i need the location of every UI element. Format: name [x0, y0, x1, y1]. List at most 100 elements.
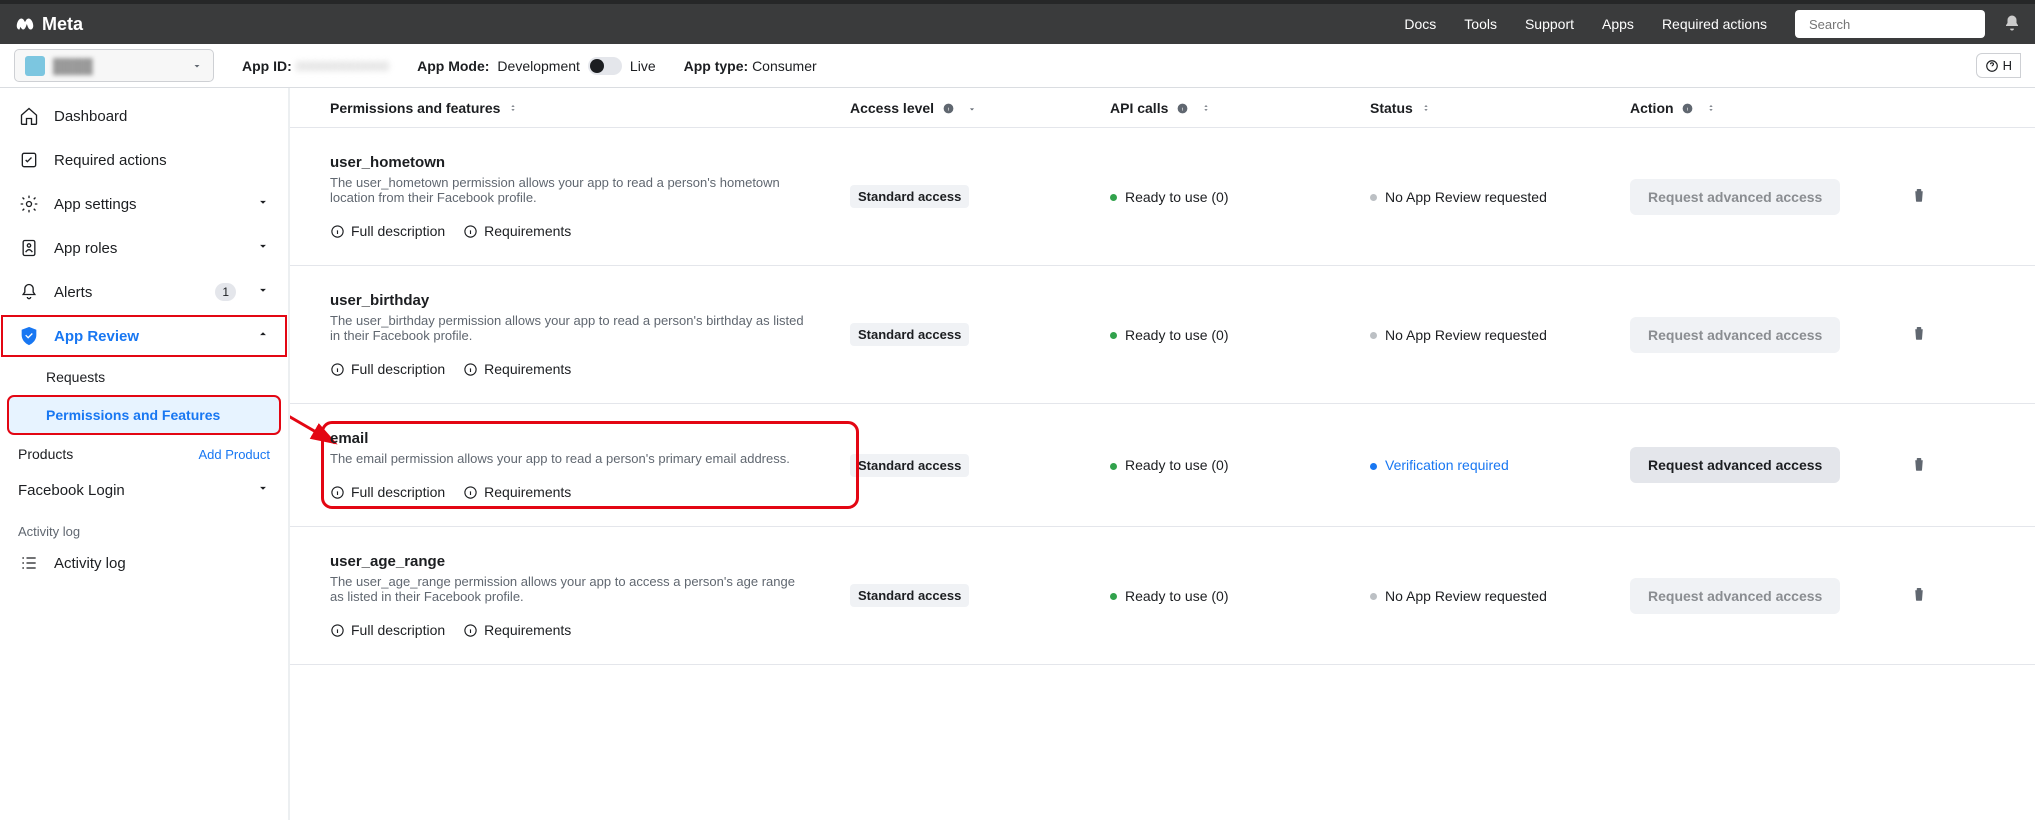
api-status: Ready to use (0) [1125, 327, 1229, 343]
sidebar-item-required[interactable]: Required actions [0, 138, 288, 182]
col-api[interactable]: API calls [1110, 100, 1370, 116]
mode-live: Live [630, 58, 656, 74]
api-status: Ready to use (0) [1125, 457, 1229, 473]
sort-icon [1201, 103, 1211, 113]
nav-apps[interactable]: Apps [1602, 16, 1634, 32]
full-description-link[interactable]: Full description [330, 622, 445, 638]
permission-row: emailThe email permission allows your ap… [290, 404, 2035, 527]
status-dot [1370, 332, 1377, 339]
help-icon [1985, 59, 1999, 73]
status-dot [1110, 463, 1117, 470]
delete-button[interactable] [1910, 191, 1928, 207]
status-dot [1110, 194, 1117, 201]
trash-icon [1910, 585, 1928, 603]
delete-button[interactable] [1910, 329, 1928, 345]
sidebar-item-alerts[interactable]: Alerts 1 [0, 270, 288, 314]
sidebar-item-roles[interactable]: App roles [0, 226, 288, 270]
app-type: App type: Consumer [684, 58, 817, 74]
col-access[interactable]: Access level [850, 100, 1110, 116]
requirements-link[interactable]: Requirements [463, 622, 571, 638]
info-icon [942, 102, 955, 115]
sidebar-subitem-requests[interactable]: Requests [0, 358, 288, 396]
info-icon [1681, 102, 1694, 115]
chevron-up-icon [256, 327, 270, 341]
nav-docs[interactable]: Docs [1404, 16, 1436, 32]
top-nav: Docs Tools Support Apps Required actions [1404, 16, 1767, 32]
brand-label: Meta [42, 14, 83, 35]
full-description-link[interactable]: Full description [330, 223, 445, 239]
permission-name: user_hometown [330, 154, 850, 171]
request-access-button: Request advanced access [1630, 317, 1840, 353]
sidebar-item-activity[interactable]: Activity log [0, 541, 288, 585]
app-name: ████ [53, 58, 183, 74]
access-level-pill: Standard access [850, 323, 969, 346]
full-description-link[interactable]: Full description [330, 484, 445, 500]
requirements-link[interactable]: Requirements [463, 223, 571, 239]
info-icon [330, 485, 345, 500]
sidebar-item-label: Alerts [54, 284, 201, 301]
permission-desc: The email permission allows your app to … [330, 451, 810, 466]
requirements-link[interactable]: Requirements [463, 361, 571, 377]
permission-row: user_age_rangeThe user_age_range permiss… [290, 527, 2035, 665]
app-selector[interactable]: ████ [14, 49, 214, 82]
chevron-down-icon [256, 195, 270, 209]
request-access-button[interactable]: Request advanced access [1630, 447, 1840, 483]
requirements-link[interactable]: Requirements [463, 484, 571, 500]
delete-button[interactable] [1910, 460, 1928, 476]
col-permissions[interactable]: Permissions and features [330, 100, 850, 116]
sidebar-subitem-permissions[interactable]: Permissions and Features [8, 396, 280, 434]
alerts-badge: 1 [215, 283, 236, 301]
review-status: No App Review requested [1385, 327, 1547, 343]
mode-toggle[interactable] [588, 57, 622, 75]
access-level-pill: Standard access [850, 185, 969, 208]
info-icon [330, 362, 345, 377]
col-status[interactable]: Status [1370, 100, 1630, 116]
sidebar-item-settings[interactable]: App settings [0, 182, 288, 226]
permission-desc: The user_age_range permission allows you… [330, 574, 810, 604]
info-icon [330, 224, 345, 239]
badge-icon [19, 238, 39, 258]
permission-name: user_birthday [330, 292, 850, 309]
nav-tools[interactable]: Tools [1464, 16, 1497, 32]
topbar: Meta Docs Tools Support Apps Required ac… [0, 0, 2035, 44]
sidebar-item-app-review[interactable]: App Review [0, 314, 288, 358]
nav-required[interactable]: Required actions [1662, 16, 1767, 32]
chevron-down-icon [256, 481, 270, 495]
nav-support[interactable]: Support [1525, 16, 1574, 32]
sidebar-item-fblogin[interactable]: Facebook Login [0, 468, 288, 512]
brand[interactable]: Meta [14, 13, 83, 35]
trash-icon [1910, 324, 1928, 342]
access-level-pill: Standard access [850, 454, 969, 477]
permission-desc: The user_birthday permission allows your… [330, 313, 810, 343]
api-status: Ready to use (0) [1125, 189, 1229, 205]
sidebar-item-label: Dashboard [54, 108, 270, 125]
status-dot [1110, 332, 1117, 339]
trash-icon [1910, 455, 1928, 473]
shield-check-icon [19, 326, 39, 346]
api-status: Ready to use (0) [1125, 588, 1229, 604]
sidebar-item-label: Activity log [54, 555, 270, 572]
bell-icon [19, 282, 39, 302]
sidebar-item-label: App settings [54, 196, 242, 213]
add-product-link[interactable]: Add Product [198, 447, 270, 462]
info-icon [463, 362, 478, 377]
delete-button[interactable] [1910, 590, 1928, 606]
notifications-button[interactable] [2003, 14, 2021, 35]
search-input[interactable] [1809, 17, 1985, 32]
sidebar-item-dashboard[interactable]: Dashboard [0, 94, 288, 138]
search-box[interactable] [1795, 10, 1985, 38]
info-icon [463, 623, 478, 638]
help-button[interactable]: H [1976, 53, 2021, 78]
bell-icon [2003, 14, 2021, 32]
full-description-link[interactable]: Full description [330, 361, 445, 377]
chevron-down-icon [256, 283, 270, 297]
status-dot [1370, 194, 1377, 201]
app-id: App ID: 000000000000 [242, 58, 389, 74]
checklist-icon [19, 150, 39, 170]
status-dot [1370, 593, 1377, 600]
gear-icon [19, 194, 39, 214]
status-dot [1110, 593, 1117, 600]
sidebar-activity-label: Activity log [0, 512, 288, 541]
sidebar: Dashboard Required actions App settings … [0, 88, 290, 820]
review-status[interactable]: Verification required [1385, 457, 1509, 473]
